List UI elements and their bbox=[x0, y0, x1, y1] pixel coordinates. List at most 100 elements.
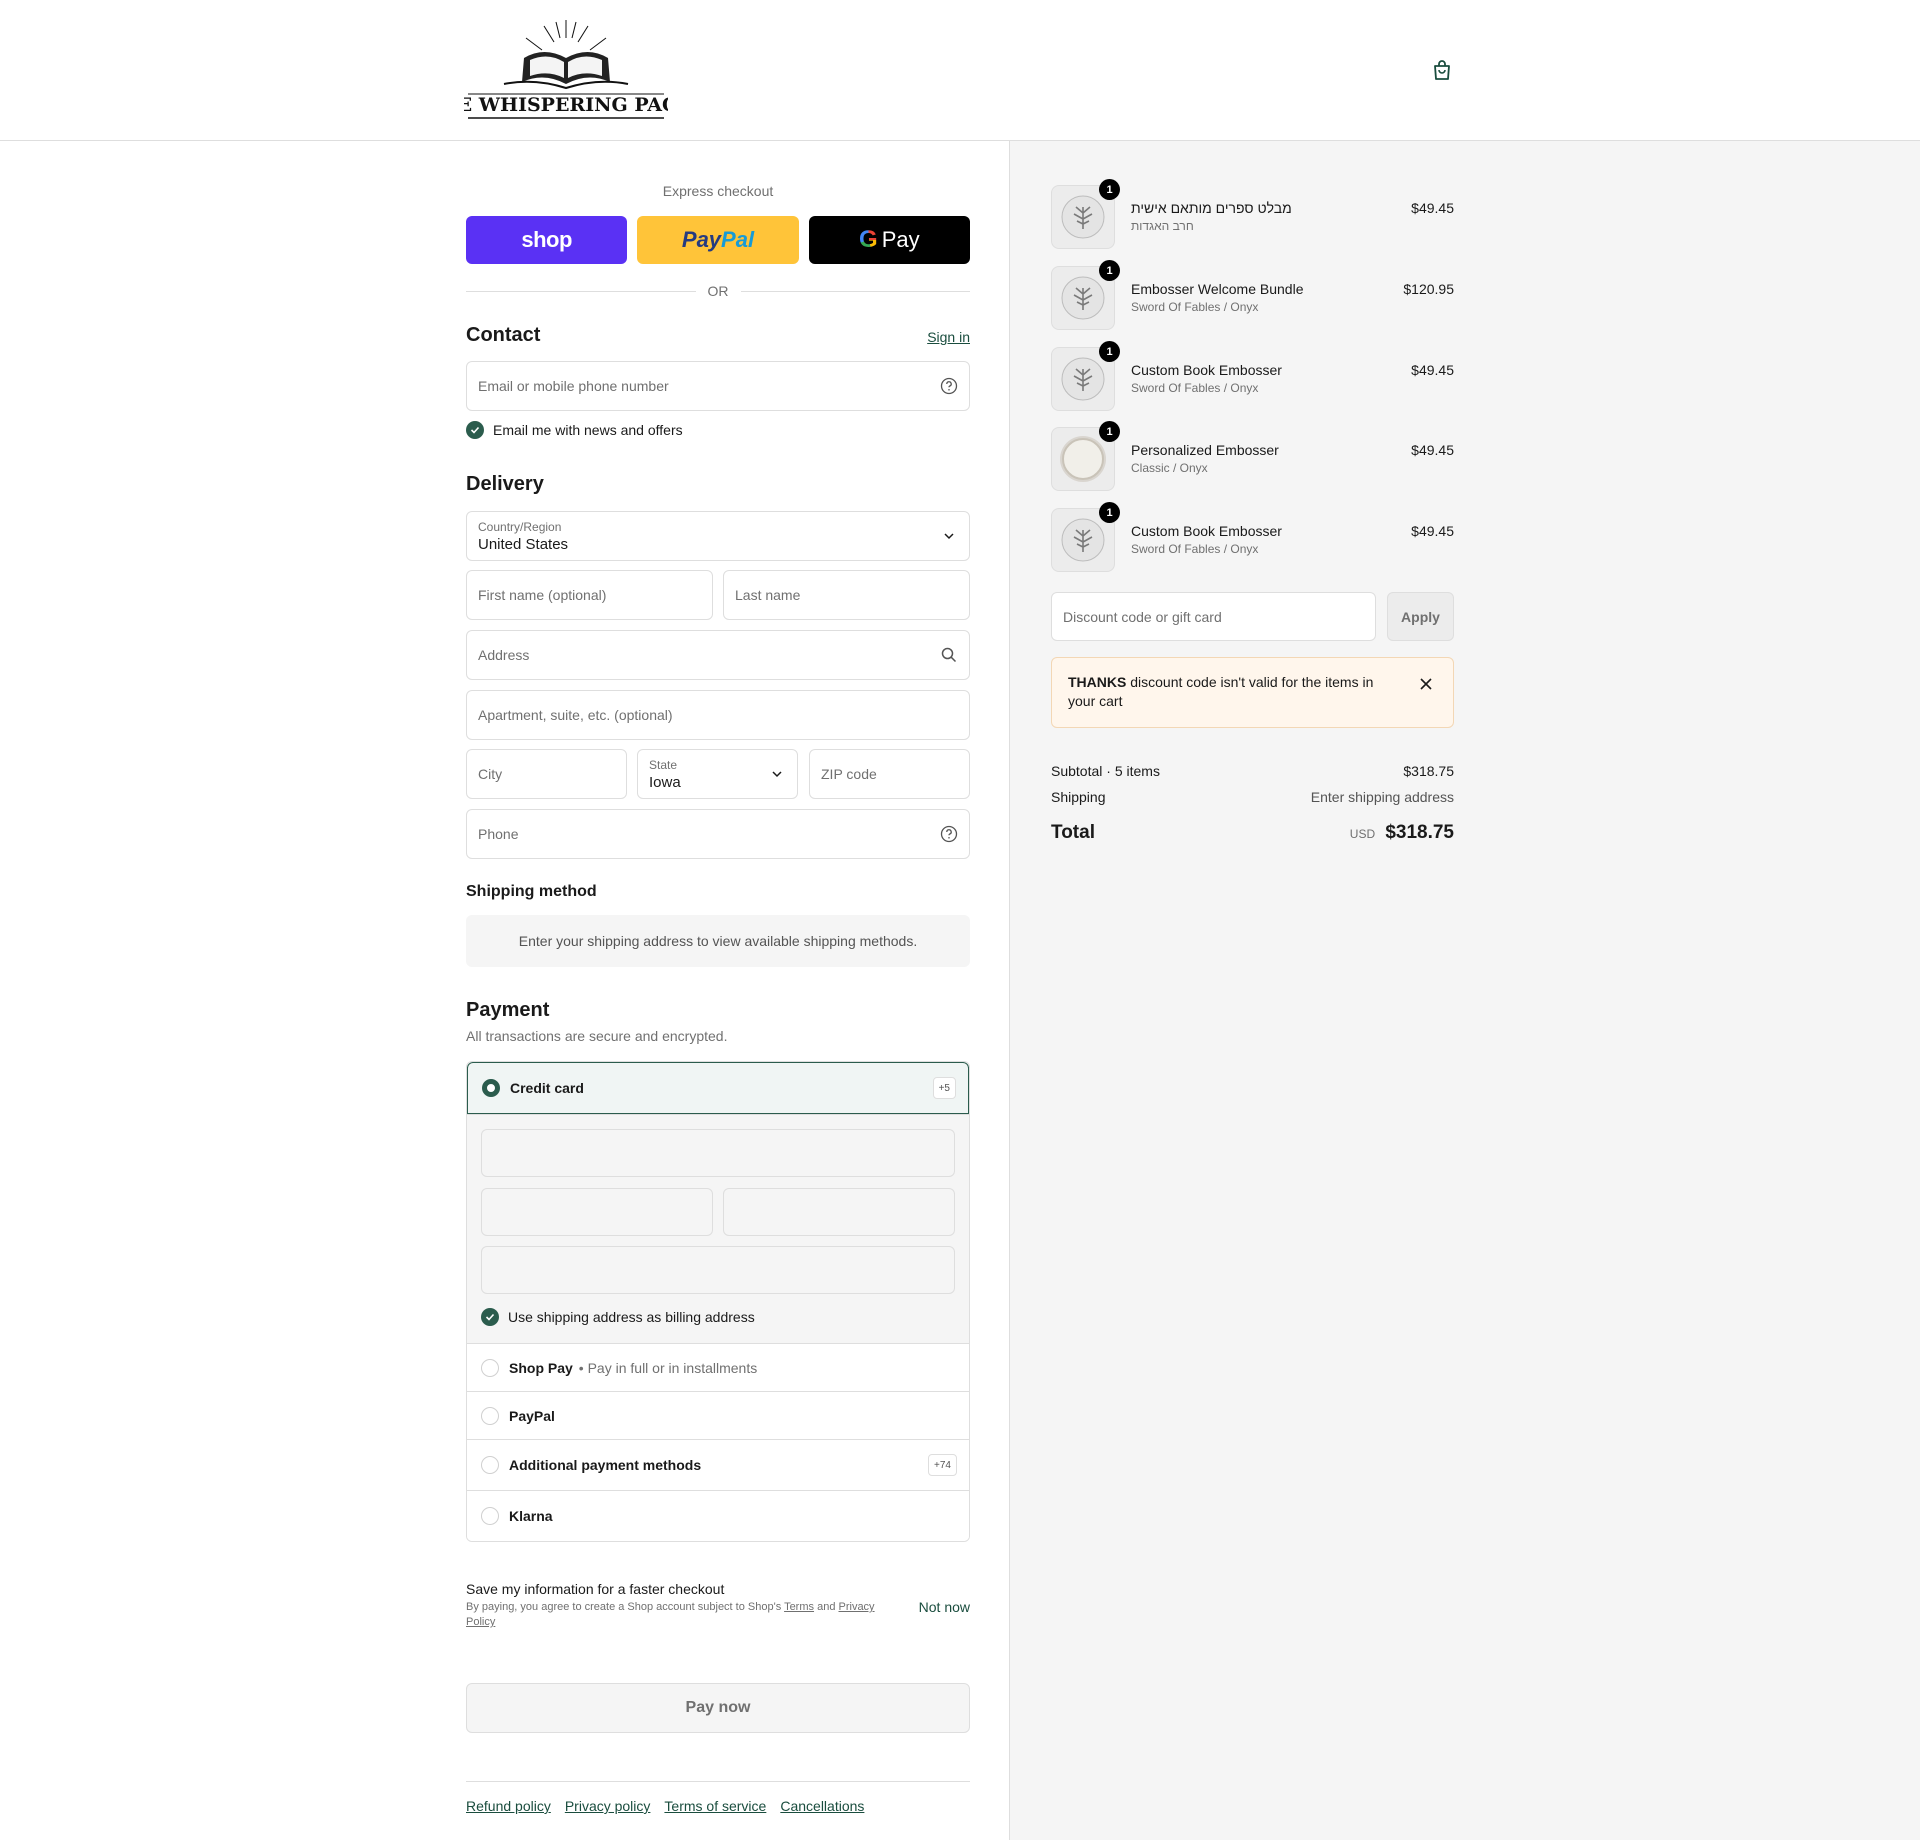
phone-field[interactable]: Phone bbox=[466, 809, 970, 859]
radio-unselected[interactable] bbox=[481, 1456, 499, 1474]
radio-unselected[interactable] bbox=[481, 1358, 499, 1377]
card-expiry-field[interactable] bbox=[481, 1188, 713, 1236]
tree-seal-icon bbox=[1061, 276, 1105, 320]
cancellations-link[interactable]: Cancellations bbox=[780, 1798, 864, 1814]
chevron-down-icon bbox=[944, 533, 954, 540]
paypal-option-label: PayPal bbox=[509, 1407, 555, 1424]
total-row: Total USD $318.75 bbox=[1051, 822, 1454, 844]
item-name: Personalized Embosser bbox=[1131, 442, 1279, 458]
shop-pay-option-label: Shop Pay bbox=[509, 1359, 573, 1376]
checkmark-icon bbox=[466, 421, 484, 439]
address-field[interactable]: Address bbox=[466, 630, 970, 680]
not-now-button[interactable]: Not now bbox=[919, 1599, 970, 1615]
item-name: Custom Book Embosser bbox=[1131, 362, 1282, 378]
google-pay-button[interactable]: G Pay bbox=[808, 216, 970, 264]
state-label: State bbox=[649, 758, 678, 772]
or-label: OR bbox=[707, 283, 729, 299]
item-price: $120.95 bbox=[1403, 281, 1454, 297]
additional-methods-label: Additional payment methods bbox=[509, 1457, 702, 1473]
quantity-badge: 1 bbox=[1099, 179, 1120, 200]
google-g-icon: G bbox=[859, 226, 878, 253]
tree-seal-icon bbox=[1061, 195, 1105, 239]
tree-seal-icon bbox=[1061, 518, 1105, 562]
card-number-field[interactable] bbox=[481, 1129, 955, 1177]
svg-text:THE WHISPERING PAGES: THE WHISPERING PAGES bbox=[464, 94, 668, 116]
klarna-label: Klarna bbox=[509, 1508, 553, 1524]
paypal-label-2: Pal bbox=[721, 227, 755, 252]
credit-card-label: Credit card bbox=[510, 1080, 584, 1096]
subtotal-value: $318.75 bbox=[1403, 763, 1454, 779]
shopping-bag-icon[interactable] bbox=[1430, 58, 1454, 82]
store-logo[interactable]: THE WHISPERING PAGES bbox=[426, 18, 706, 123]
item-variant: חרב האגדות bbox=[1131, 219, 1194, 233]
total-label: Total bbox=[1051, 822, 1095, 843]
privacy-policy-link[interactable]: Privacy policy bbox=[565, 1798, 651, 1814]
zip-field[interactable]: ZIP code bbox=[809, 749, 970, 799]
first-name-field[interactable]: First name (optional) bbox=[466, 570, 713, 620]
radio-unselected[interactable] bbox=[481, 1406, 499, 1425]
cart-item: 1 Embosser Welcome Bundle Sword Of Fable… bbox=[1051, 260, 1454, 330]
payment-methods: Credit card +5 Use shipping address as b… bbox=[466, 1061, 970, 1542]
pay-now-button[interactable]: Pay now bbox=[466, 1683, 970, 1733]
shop-pay-label: shop bbox=[521, 227, 572, 252]
email-field[interactable]: Email or mobile phone number bbox=[466, 361, 970, 411]
billing-address-label: Use shipping address as billing address bbox=[508, 1309, 755, 1325]
newsletter-label: Email me with news and offers bbox=[493, 422, 683, 438]
quantity-badge: 1 bbox=[1099, 260, 1120, 281]
country-select[interactable]: Country/Region United States bbox=[466, 511, 970, 561]
shop-pay-button[interactable]: shop bbox=[466, 216, 628, 264]
subtotal-label: Subtotal · 5 items bbox=[1051, 763, 1160, 779]
quantity-badge: 1 bbox=[1099, 341, 1120, 362]
zip-placeholder: ZIP code bbox=[821, 766, 877, 782]
shop-terms-link[interactable]: Terms bbox=[784, 1601, 814, 1613]
save-info-terms: By paying, you agree to create a Shop ac… bbox=[466, 1600, 876, 1630]
express-checkout-buttons: shop Pay Pal G Pay bbox=[466, 216, 970, 264]
item-variant: Sword Of Fables / Onyx bbox=[1131, 381, 1259, 395]
payment-option-klarna[interactable]: Klarna bbox=[467, 1490, 969, 1541]
cart-item: 1 Custom Book Embosser Sword Of Fables /… bbox=[1051, 502, 1454, 572]
discount-code-field[interactable]: Discount code or gift card bbox=[1051, 592, 1376, 641]
book-logo-icon: THE WHISPERING PAGES bbox=[426, 20, 706, 119]
sign-in-link[interactable]: Sign in bbox=[927, 329, 970, 345]
cart-item: 1 Personalized Embosser Classic / Onyx $… bbox=[1051, 421, 1454, 491]
city-field[interactable]: City bbox=[466, 749, 627, 799]
payment-option-shop-pay[interactable]: Shop Pay • Pay in full or in installment… bbox=[467, 1343, 969, 1391]
search-icon bbox=[941, 647, 957, 663]
alert-message: THANKS discount code isn't valid for the… bbox=[1068, 673, 1398, 711]
shipping-row: Shipping Enter shipping address bbox=[1051, 789, 1454, 805]
payment-option-credit-card[interactable]: Credit card +5 bbox=[467, 1062, 969, 1114]
state-select[interactable]: State Iowa bbox=[637, 749, 798, 799]
radio-selected[interactable] bbox=[482, 1079, 500, 1097]
terms-of-service-link[interactable]: Terms of service bbox=[664, 1798, 766, 1814]
terms-and: and bbox=[817, 1601, 836, 1613]
radio-unselected[interactable] bbox=[481, 1507, 499, 1525]
card-security-code-field[interactable] bbox=[723, 1188, 955, 1236]
apply-discount-button[interactable]: Apply bbox=[1387, 592, 1454, 641]
billing-address-checkbox[interactable]: Use shipping address as billing address bbox=[481, 1308, 755, 1326]
last-name-field[interactable]: Last name bbox=[723, 570, 970, 620]
footer-links: Refund policy Privacy policy Terms of se… bbox=[466, 1798, 864, 1814]
tree-seal-icon bbox=[1061, 357, 1105, 401]
delivery-heading: Delivery bbox=[466, 473, 544, 495]
help-circle-icon[interactable] bbox=[940, 825, 958, 843]
close-icon[interactable] bbox=[1419, 677, 1433, 691]
blank-seal-icon bbox=[1060, 436, 1106, 482]
alert-code: THANKS bbox=[1068, 674, 1127, 690]
state-value: Iowa bbox=[649, 774, 681, 791]
newsletter-checkbox[interactable]: Email me with news and offers bbox=[466, 421, 683, 439]
item-price: $49.45 bbox=[1411, 442, 1454, 458]
discount-placeholder: Discount code or gift card bbox=[1063, 609, 1222, 625]
item-name: Embosser Welcome Bundle bbox=[1131, 281, 1304, 297]
payment-option-paypal[interactable]: PayPal bbox=[467, 1391, 969, 1439]
help-circle-icon[interactable] bbox=[940, 377, 958, 395]
card-name-field[interactable] bbox=[481, 1246, 955, 1294]
apartment-field[interactable]: Apartment, suite, etc. (optional) bbox=[466, 690, 970, 740]
country-label: Country/Region bbox=[478, 520, 562, 534]
payment-option-additional[interactable]: Additional payment methods +74 bbox=[467, 1439, 969, 1490]
payment-heading: Payment bbox=[466, 999, 550, 1021]
refund-policy-link[interactable]: Refund policy bbox=[466, 1798, 551, 1814]
header: THE WHISPERING PAGES bbox=[0, 0, 1920, 141]
item-name: Custom Book Embosser bbox=[1131, 523, 1282, 539]
email-placeholder: Email or mobile phone number bbox=[478, 378, 669, 394]
paypal-button[interactable]: Pay Pal bbox=[637, 216, 799, 264]
